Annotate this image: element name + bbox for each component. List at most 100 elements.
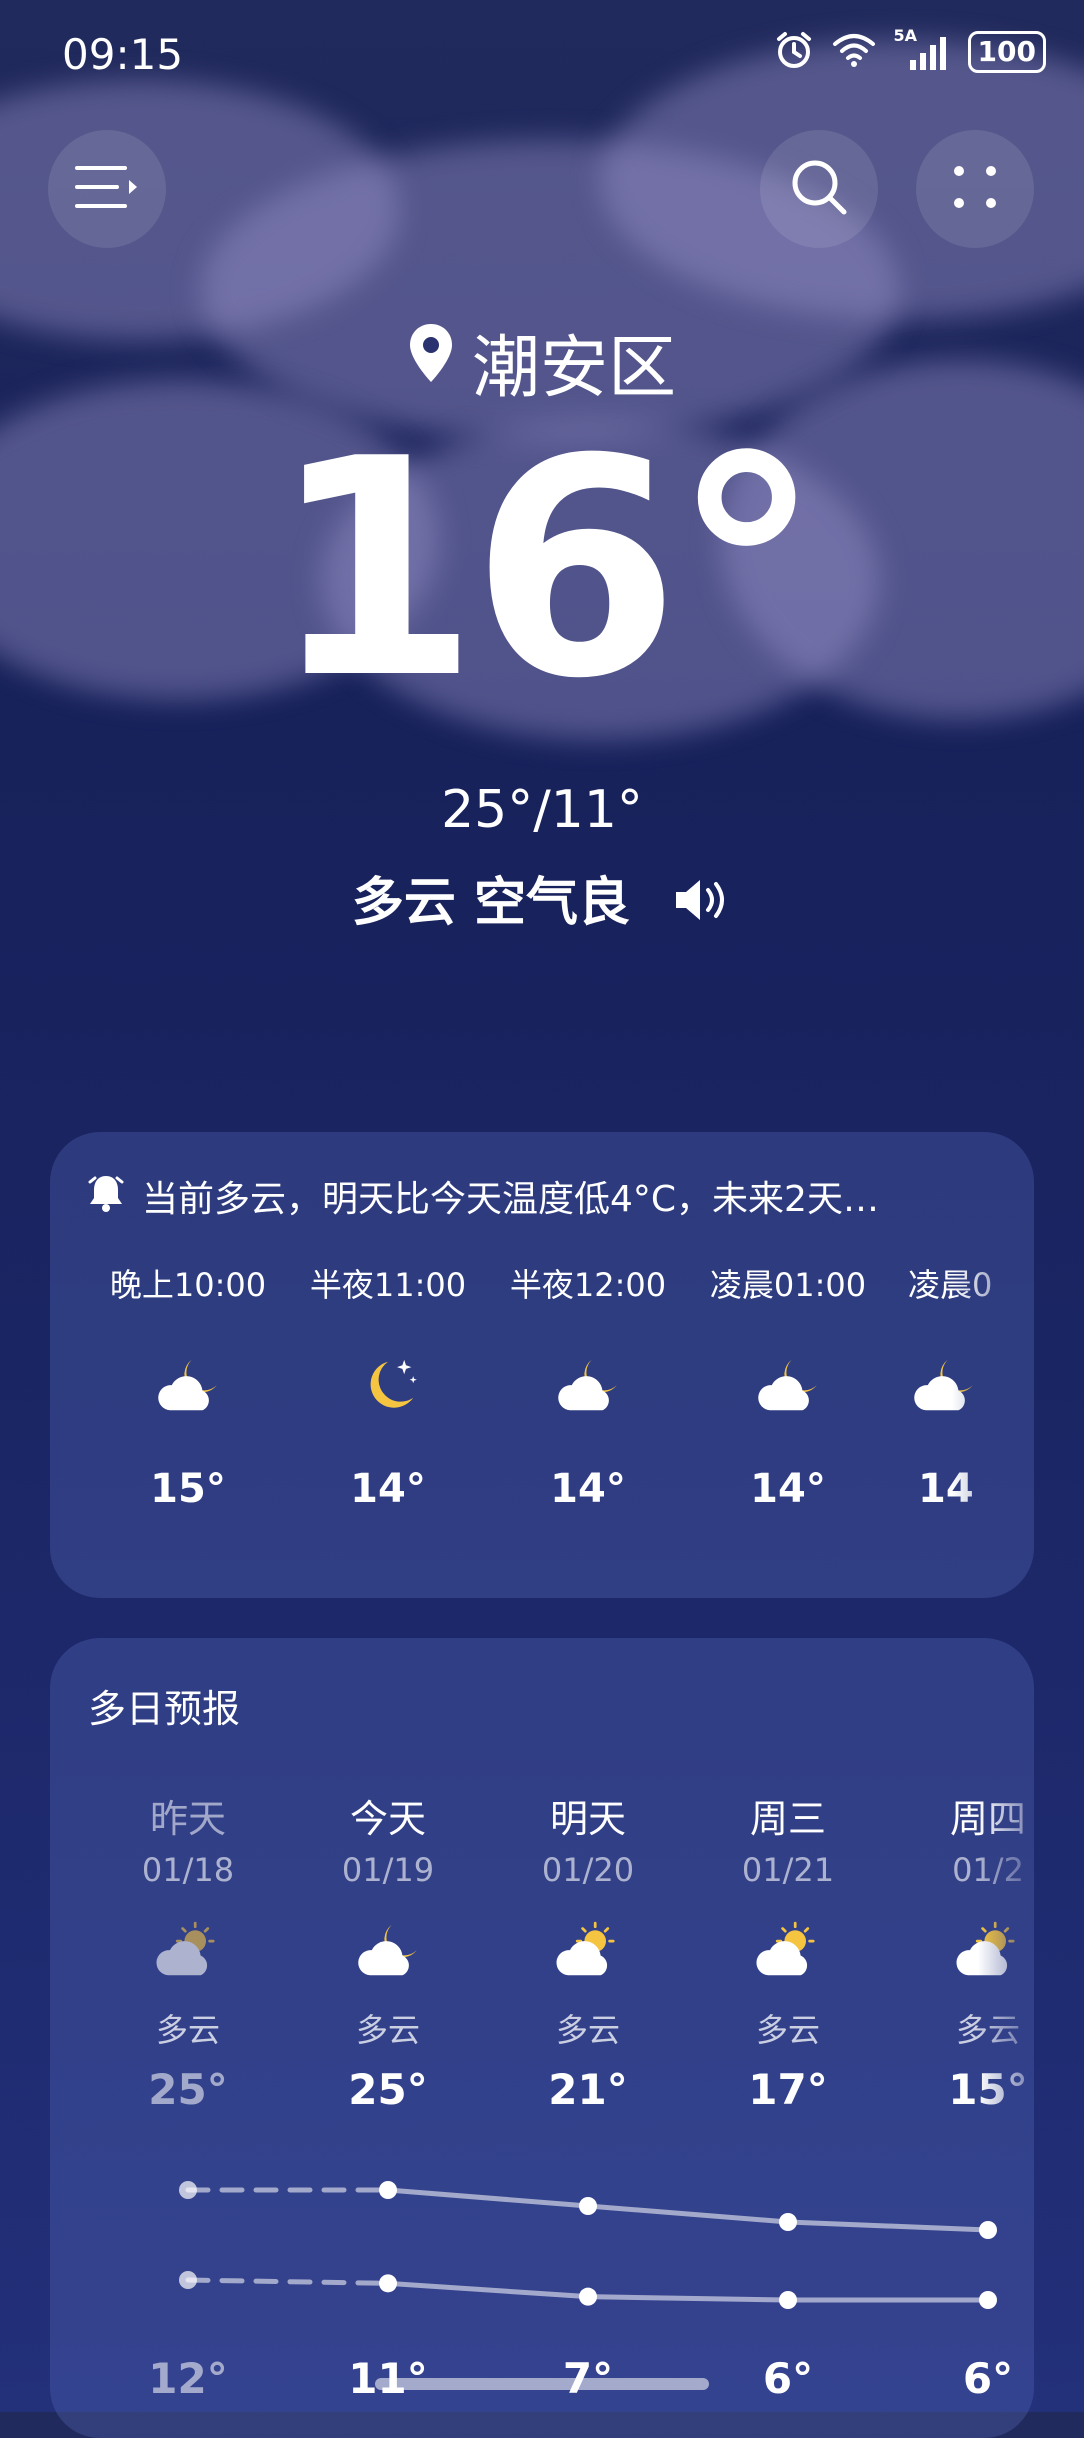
daily-low: 6° (888, 2354, 1034, 2403)
hour-time: 晚上10:00 (109, 1266, 267, 1304)
daily-item[interactable]: 周三 01/21 多云 17° (688, 1788, 888, 2114)
high-temp-segment (385, 2187, 591, 2209)
partly-cloudy-icon (488, 1919, 688, 1991)
home-indicator[interactable] (375, 2378, 709, 2390)
location-pin-icon (408, 322, 454, 401)
day-name: 昨天 (149, 1797, 226, 1841)
day-condition: 多云 (755, 2011, 820, 2049)
cloudy-night-icon (688, 1354, 888, 1430)
hourly-item[interactable]: 凌晨01:00 14° (688, 1260, 888, 1512)
day-condition: 多云 (355, 2011, 420, 2049)
alert-text: 当前多云，明天比今天温度低4°C，未来2天… (142, 1179, 879, 1220)
current-temperature: 16° (270, 395, 821, 744)
wifi-icon (832, 32, 876, 72)
condition-text: 多云 空气良 (351, 873, 630, 933)
high-temp-point (179, 2181, 197, 2199)
day-high: 17° (748, 2065, 828, 2114)
status-icons: 5A 100 (774, 26, 1046, 74)
partly-cloudy-icon (888, 1919, 1034, 1991)
daily-item[interactable]: 周四 01/2 多云 15° (888, 1788, 1034, 2114)
daily-item[interactable]: 今天 01/19 多云 25° (288, 1788, 488, 2114)
hourly-item[interactable]: 半夜12:00 14° (488, 1260, 688, 1512)
weather-alert[interactable]: 当前多云，明天比今天温度低4°C，未来2天… (88, 1170, 879, 1222)
low-temp-segment (385, 2280, 591, 2300)
hour-time: 凌晨0 (908, 1266, 993, 1304)
hour-time: 半夜11:00 (309, 1266, 467, 1304)
hourly-item[interactable]: 晚上10:00 15° (88, 1260, 288, 1512)
clear-night-icon (288, 1354, 488, 1430)
hourly-forecast-card[interactable]: 当前多云，明天比今天温度低4°C，未来2天… 晚上10:00 15° 半夜11:… (50, 1132, 1034, 1598)
temperature-trend-chart (179, 2181, 997, 2309)
day-name: 周三 (749, 1797, 826, 1841)
daily-forecast-card[interactable]: 多日预报 昨天 01/18 多云 25° 今天 01/19 多云 25° 明天 … (50, 1638, 1034, 2438)
day-high: 25° (148, 2065, 228, 2114)
hour-temp: 14 (918, 1466, 974, 1512)
daily-item[interactable]: 明天 01/20 多云 21° (488, 1788, 688, 2114)
high-temp-segment (585, 2203, 791, 2225)
day-date: 01/21 (741, 1851, 835, 1889)
day-date: 01/20 (541, 1851, 635, 1889)
high-temp-point (979, 2221, 997, 2239)
day-condition: 多云 (555, 2011, 620, 2049)
day-high: 15° (948, 2065, 1028, 2114)
alarm-icon (774, 30, 814, 74)
alert-bell-icon (88, 1172, 124, 1221)
hourly-item[interactable]: 半夜11:00 14° (288, 1260, 488, 1512)
day-name: 周四 (949, 1797, 1026, 1841)
day-low: 6° (962, 2354, 1014, 2403)
low-temp-point (779, 2291, 797, 2309)
day-high: 21° (548, 2065, 628, 2114)
cloudy-night-icon (88, 1354, 288, 1430)
search-icon (789, 157, 849, 221)
menu-button[interactable] (48, 130, 166, 248)
low-temp-point (379, 2274, 397, 2293)
high-temp-point (379, 2181, 397, 2199)
day-condition: 多云 (155, 2011, 220, 2049)
hour-temp: 14° (550, 1466, 626, 1512)
low-temp-segment (185, 2277, 391, 2286)
high-temp-segment (785, 2219, 991, 2233)
day-low: 6° (762, 2354, 814, 2403)
high-temp-point (779, 2213, 797, 2231)
cloudy-night-icon (288, 1919, 488, 1991)
daily-forecast-title: 多日预报 (88, 1687, 241, 1731)
day-date: 01/2 (952, 1851, 1024, 1889)
low-temp-point (579, 2287, 597, 2306)
low-temp-segment (585, 2294, 791, 2303)
hour-temp: 14° (350, 1466, 426, 1512)
signal-icon: 5A (894, 26, 950, 70)
day-name: 明天 (549, 1797, 626, 1841)
status-bar: 09:15 5A 100 (0, 0, 1084, 110)
search-button[interactable] (760, 130, 878, 248)
menu-icon (75, 162, 139, 216)
day-date: 01/19 (341, 1851, 435, 1889)
hour-temp: 14° (750, 1466, 826, 1512)
cloudy-night-icon (488, 1354, 688, 1430)
low-temp-point (979, 2291, 997, 2309)
daily-low: 12° (88, 2354, 288, 2403)
speaker-icon[interactable] (672, 876, 732, 937)
day-name: 今天 (349, 1797, 426, 1841)
status-time: 09:15 (62, 30, 184, 79)
battery-icon: 100 (967, 31, 1046, 73)
day-low: 12° (148, 2354, 228, 2403)
hour-temp: 15° (150, 1466, 226, 1512)
current-condition: 多云 空气良 (0, 860, 1084, 937)
daily-item[interactable]: 昨天 01/18 多云 25° (88, 1788, 288, 2114)
low-temp-point (179, 2271, 197, 2289)
day-date: 01/18 (141, 1851, 235, 1889)
partly-cloudy-icon (88, 1919, 288, 1991)
day-high: 25° (348, 2065, 428, 2114)
day-condition: 多云 (955, 2011, 1020, 2049)
hour-time: 半夜12:00 (509, 1266, 667, 1304)
more-button[interactable] (916, 130, 1034, 248)
cloudy-night-icon (888, 1354, 1034, 1430)
daily-low: 6° (688, 2354, 888, 2403)
hourly-item[interactable]: 凌晨0 14 (888, 1260, 1034, 1512)
high-temp-point (579, 2197, 597, 2215)
network-type: 5A (893, 26, 918, 45)
more-icon (951, 163, 999, 215)
temperature-range: 25°/11° (441, 780, 643, 840)
hour-time: 凌晨01:00 (709, 1266, 867, 1304)
partly-cloudy-icon (688, 1919, 888, 1991)
